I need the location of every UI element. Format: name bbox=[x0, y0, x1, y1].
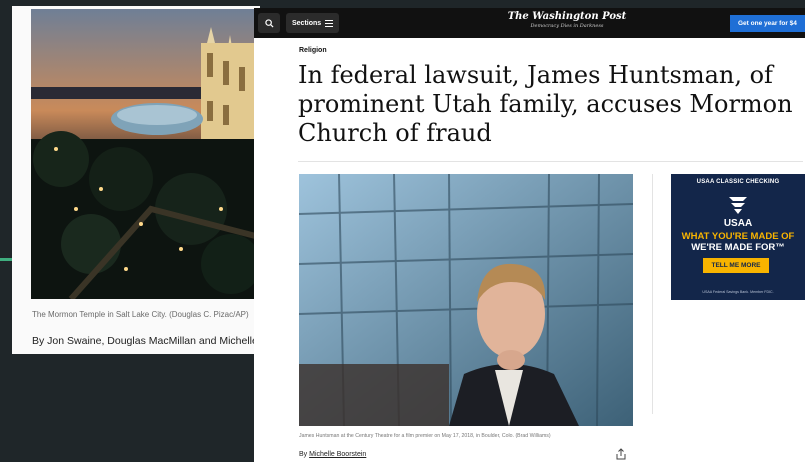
usaa-advertisement[interactable]: USAA CLASSIC CHECKING USAA WHAT YOU'RE M… bbox=[671, 174, 805, 300]
search-button[interactable] bbox=[258, 13, 280, 33]
background-photo-caption: The Mormon Temple in Salt Lake City. (Do… bbox=[32, 310, 249, 319]
eagle-logo-icon bbox=[729, 197, 747, 214]
ad-headline-2: WE'RE MADE FOR™ bbox=[691, 242, 785, 253]
section-kicker[interactable]: Religion bbox=[299, 47, 327, 54]
masthead-tagline: Democracy Dies in Darkness bbox=[530, 23, 604, 29]
ad-top-text: USAA CLASSIC CHECKING bbox=[696, 179, 780, 185]
article-photo[interactable] bbox=[299, 174, 633, 426]
article-headline: In federal lawsuit, James Huntsman, of p… bbox=[298, 61, 793, 147]
search-icon bbox=[264, 18, 274, 28]
byline-prefix: By bbox=[299, 451, 308, 458]
divider bbox=[298, 161, 803, 162]
subscribe-button[interactable]: Get one year for $4 bbox=[730, 15, 805, 32]
ad-cta-button[interactable]: TELL ME MORE bbox=[703, 258, 769, 273]
share-icon[interactable] bbox=[615, 448, 627, 460]
background-article-card: The Mormon Temple in Salt Lake City. (Do… bbox=[12, 6, 268, 354]
masthead-name: The Washington Post bbox=[507, 11, 627, 22]
author-link[interactable]: Michelle Boorstein bbox=[309, 451, 366, 458]
ad-headline-1: WHAT YOU'RE MADE OF bbox=[681, 231, 795, 242]
hamburger-icon bbox=[325, 19, 334, 27]
column-divider bbox=[652, 174, 653, 414]
byline: By Michelle Boorstein bbox=[299, 451, 366, 458]
temple-photo bbox=[31, 9, 267, 299]
ad-fine-print: USAA Federal Savings Bank. Member FDIC. bbox=[702, 290, 774, 294]
sections-button[interactable]: Sections bbox=[286, 13, 340, 33]
article-page: Sections The Washington Post Democracy D… bbox=[254, 8, 805, 462]
ad-brand: USAA bbox=[723, 218, 753, 229]
background-byline: By Jon Swaine, Douglas MacMillan and Mic… bbox=[32, 335, 268, 347]
sections-label: Sections bbox=[292, 19, 322, 27]
photo-caption: James Huntsman at the Century Theatre fo… bbox=[299, 433, 551, 439]
masthead-logo[interactable]: The Washington Post Democracy Dies in Da… bbox=[502, 11, 632, 29]
top-navigation-bar: Sections The Washington Post Democracy D… bbox=[254, 8, 805, 38]
